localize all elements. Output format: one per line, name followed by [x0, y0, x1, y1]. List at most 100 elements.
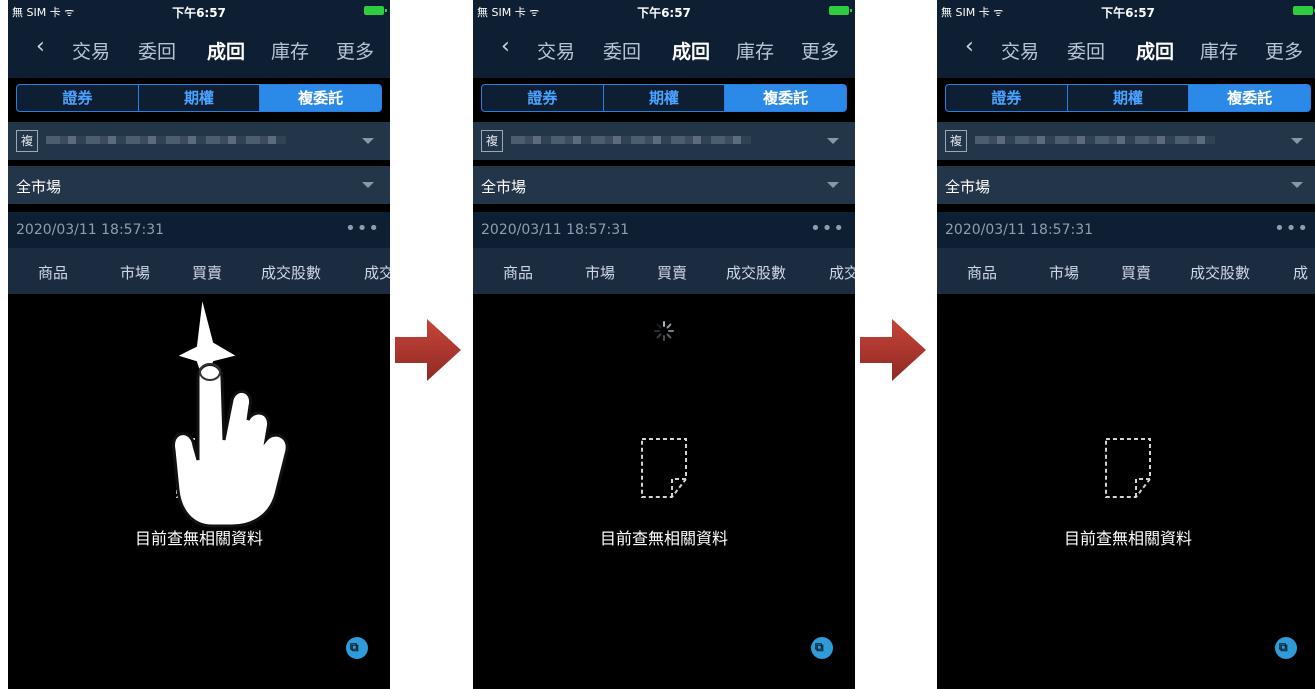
column-product: 商品: [38, 264, 69, 282]
segment-sub-brokerage[interactable]: 複委託: [725, 85, 846, 111]
query-timestamp: 2020/03/11 18:57:31: [945, 222, 1094, 238]
account-type-badge: 複: [481, 130, 503, 152]
account-selector[interactable]: 複: [8, 122, 390, 160]
pull-down-gesture-hand-icon: [172, 295, 289, 528]
nav-order-report[interactable]: 委回: [1067, 37, 1105, 64]
nav-more[interactable]: 更多: [336, 37, 374, 64]
column-filled-shares: 成交股數: [1190, 264, 1251, 282]
nav-inventory[interactable]: 庫存: [271, 37, 309, 64]
nav-more[interactable]: 更多: [801, 37, 839, 64]
battery-icon: [364, 6, 387, 15]
back-button[interactable]: ‹: [36, 34, 45, 59]
more-options-icon[interactable]: •••: [345, 218, 380, 239]
segment-securities[interactable]: 證券: [482, 85, 604, 111]
right-arrow-icon: [860, 319, 926, 381]
empty-state-message: 目前查無相關資料: [1063, 529, 1192, 548]
blank-document-icon: [641, 438, 687, 498]
query-timestamp: 2020/03/11 18:57:31: [16, 222, 165, 238]
product-segment-control: 證券 期權 複委託: [16, 84, 382, 112]
nav-trade[interactable]: 交易: [537, 37, 575, 64]
battery-icon: [829, 6, 852, 15]
battery-icon: [1293, 6, 1315, 15]
phone-screen-before-refresh: 無 SIM 卡 ᯤ 下午6:57 ‹ 交易 委回 成回 庫存 更多 證券 期權 …: [8, 0, 390, 689]
column-product: 商品: [503, 264, 534, 282]
segment-options[interactable]: 期權: [604, 85, 726, 111]
nav-order-report[interactable]: 委回: [138, 37, 176, 64]
status-bar: 無 SIM 卡 ᯤ 下午6:57: [937, 0, 1315, 22]
column-filled-shares: 成交股數: [726, 264, 787, 282]
column-filled-price: 成交: [829, 264, 855, 282]
clock: 下午6:57: [172, 6, 226, 20]
account-number-redacted: [46, 136, 286, 144]
nav-fill-report[interactable]: 成回: [1136, 37, 1174, 64]
blank-document-icon: [1105, 438, 1151, 498]
chevron-down-icon: [1291, 182, 1303, 188]
nav-more[interactable]: 更多: [1265, 37, 1303, 64]
account-type-badge: 複: [16, 130, 38, 152]
segment-sub-brokerage[interactable]: 複委託: [260, 85, 381, 111]
right-arrow-icon: [395, 319, 461, 381]
table-header: 商品 市場 買賣 成交股數 成: [937, 248, 1315, 294]
chevron-down-icon: [362, 182, 374, 188]
status-bar: 無 SIM 卡 ᯤ 下午6:57: [8, 0, 390, 22]
phone-screen-refreshing: 無 SIM 卡 ᯤ 下午6:57 ‹ 交易 委回 成回 庫存 更多 證券 期權 …: [473, 0, 855, 689]
market-selector[interactable]: 全市場: [937, 166, 1315, 204]
chart-export-icon[interactable]: ⧉: [811, 637, 833, 659]
column-market: 市場: [120, 264, 151, 282]
account-number-redacted: [975, 136, 1215, 144]
query-time-row: 2020/03/11 18:57:31 •••: [473, 212, 855, 248]
account-type-badge: 複: [945, 130, 967, 152]
phone-screen-after-refresh: 無 SIM 卡 ᯤ 下午6:57 ‹ 交易 委回 成回 庫存 更多 證券 期權 …: [937, 0, 1315, 689]
clock: 下午6:57: [1101, 6, 1155, 20]
market-label: 全市場: [481, 178, 527, 196]
chevron-down-icon: [827, 182, 839, 188]
chevron-down-icon: [362, 138, 374, 144]
loading-spinner-icon: [654, 321, 674, 341]
column-filled-price: 成: [1293, 264, 1309, 282]
chevron-down-icon: [1291, 138, 1303, 144]
nav-inventory[interactable]: 庫存: [1200, 37, 1238, 64]
column-market: 市場: [1049, 264, 1080, 282]
table-header: 商品 市場 買賣 成交股數 成交: [8, 248, 390, 294]
segment-sub-brokerage[interactable]: 複委託: [1189, 85, 1310, 111]
query-time-row: 2020/03/11 18:57:31 •••: [937, 212, 1315, 248]
market-label: 全市場: [16, 178, 62, 196]
segment-securities[interactable]: 證券: [946, 85, 1068, 111]
account-selector[interactable]: 複: [473, 122, 855, 160]
segment-options[interactable]: 期權: [139, 85, 261, 111]
nav-fill-report[interactable]: 成回: [207, 37, 245, 64]
market-selector[interactable]: 全市場: [473, 166, 855, 204]
product-segment-control: 證券 期權 複委託: [945, 84, 1311, 112]
clock: 下午6:57: [637, 6, 691, 20]
account-number-redacted: [511, 136, 751, 144]
nav-inventory[interactable]: 庫存: [736, 37, 774, 64]
nav-fill-report[interactable]: 成回: [672, 37, 710, 64]
segment-securities[interactable]: 證券: [17, 85, 139, 111]
nav-trade[interactable]: 交易: [1001, 37, 1039, 64]
top-nav: ‹ 交易 委回 成回 庫存 更多: [8, 22, 390, 78]
product-segment-control: 證券 期權 複委託: [481, 84, 847, 112]
top-nav: ‹ 交易 委回 成回 庫存 更多: [937, 22, 1315, 78]
nav-trade[interactable]: 交易: [72, 37, 110, 64]
nav-order-report[interactable]: 委回: [603, 37, 641, 64]
chart-export-icon[interactable]: ⧉: [1275, 637, 1297, 659]
column-filled-price: 成交: [364, 264, 390, 282]
market-selector[interactable]: 全市場: [8, 166, 390, 204]
market-label: 全市場: [945, 178, 991, 196]
table-header: 商品 市場 買賣 成交股數 成交: [473, 248, 855, 294]
chevron-down-icon: [827, 138, 839, 144]
back-button[interactable]: ‹: [965, 34, 974, 59]
top-nav: ‹ 交易 委回 成回 庫存 更多: [473, 22, 855, 78]
column-side: 買賣: [657, 264, 688, 282]
empty-state-message: 目前查無相關資料: [599, 529, 728, 548]
more-options-icon[interactable]: •••: [1274, 218, 1309, 239]
back-button[interactable]: ‹: [501, 34, 510, 59]
chart-export-icon[interactable]: ⧉: [346, 637, 368, 659]
more-options-icon[interactable]: •••: [810, 218, 845, 239]
query-timestamp: 2020/03/11 18:57:31: [481, 222, 630, 238]
column-filled-shares: 成交股數: [261, 264, 322, 282]
query-time-row: 2020/03/11 18:57:31 •••: [8, 212, 390, 248]
account-selector[interactable]: 複: [937, 122, 1315, 160]
segment-options[interactable]: 期權: [1068, 85, 1190, 111]
column-side: 買賣: [1121, 264, 1152, 282]
